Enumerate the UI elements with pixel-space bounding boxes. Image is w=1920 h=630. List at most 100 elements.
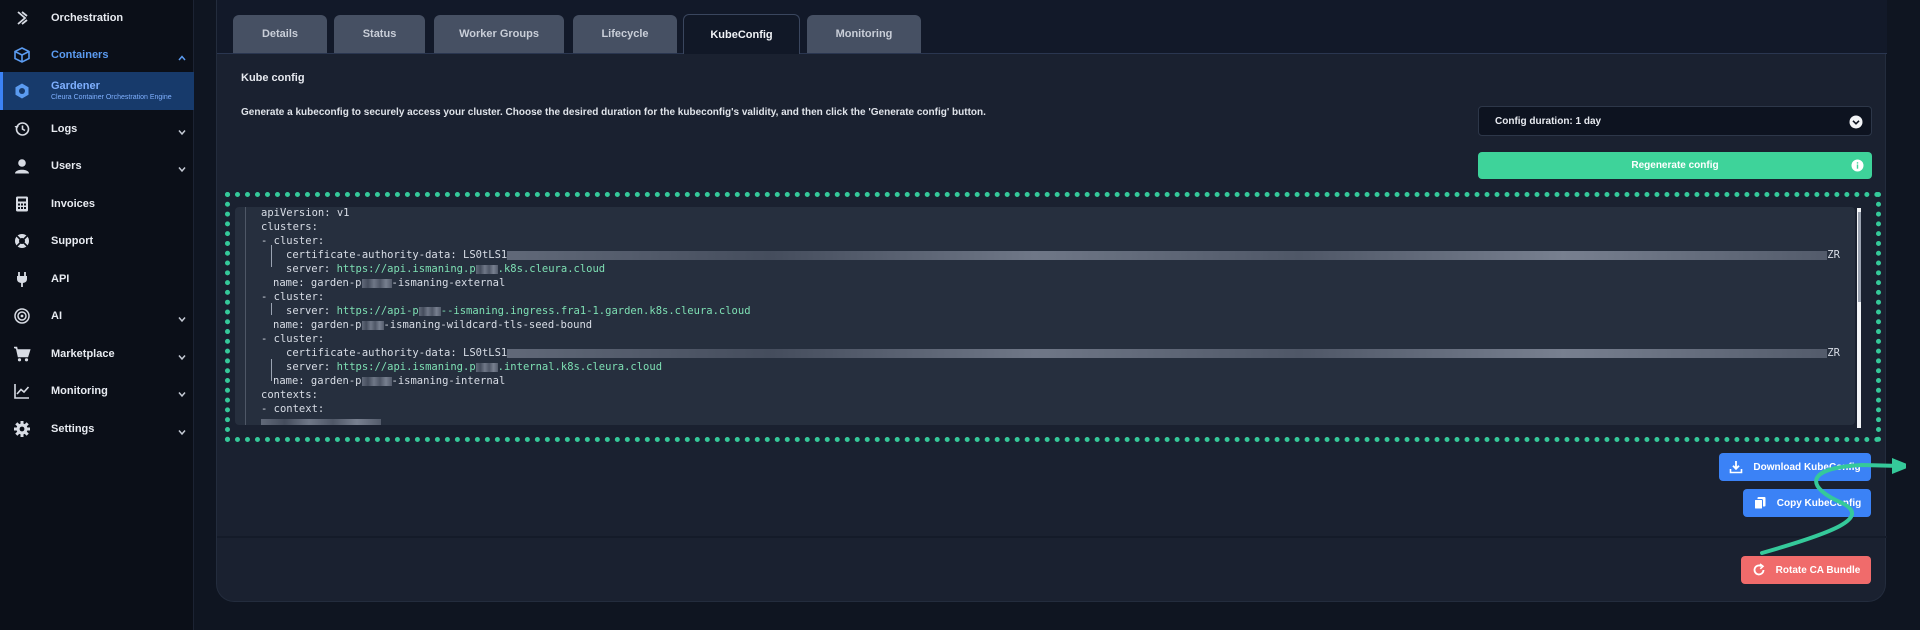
sidebar-item-label: Users — [51, 160, 82, 172]
chevron-down-icon — [177, 386, 187, 398]
gear-icon — [13, 420, 31, 438]
code-indent-guide — [271, 359, 272, 381]
tab-kubeconfig[interactable]: KubeConfig — [683, 14, 800, 54]
code-line: certificate-authority-data: LS0tLS1 ZR — [286, 249, 1840, 263]
sidebar-item-monitoring[interactable]: Monitoring — [0, 373, 194, 409]
ai-icon — [13, 307, 31, 325]
chevron-down-icon — [177, 349, 187, 361]
code-url: .k8s.cleura.cloud — [497, 263, 606, 275]
redacted-block — [361, 278, 392, 288]
sidebar-item-api[interactable]: API — [0, 261, 194, 297]
section-title: Kube config — [241, 72, 305, 84]
redacted-block — [475, 362, 498, 372]
redacted-block — [418, 306, 441, 316]
sidebar-item-label: Marketplace — [51, 348, 115, 360]
code-line: - cluster: — [261, 291, 325, 303]
sidebar-item-sublabel: Cleura Container Orchestration Engine — [51, 94, 172, 101]
code-line: - cluster: — [261, 235, 325, 247]
rotate-ca-bundle-button[interactable]: Rotate CA Bundle — [1741, 556, 1871, 584]
code-scrollbar-thumb[interactable] — [1858, 212, 1861, 302]
sidebar-item-gardener[interactable]: Gardener Cleura Container Orchestration … — [0, 72, 194, 110]
code-line — [261, 417, 381, 425]
chart-icon — [13, 382, 31, 400]
redacted-block — [261, 418, 381, 425]
regenerate-config-button[interactable]: Regenerate config — [1478, 152, 1872, 179]
tab-worker-groups[interactable]: Worker Groups — [434, 15, 564, 53]
history-icon — [13, 120, 31, 138]
code-url: https://api.ismaning.p — [336, 361, 476, 373]
section-divider — [217, 536, 1887, 538]
rotate-ca-bundle-label: Rotate CA Bundle — [1775, 564, 1861, 576]
redacted-block — [507, 250, 1828, 260]
sidebar-item-label: Orchestration — [51, 12, 124, 24]
code-line: clusters: — [261, 221, 318, 233]
sidebar-item-marketplace[interactable]: Marketplace — [0, 336, 194, 372]
sidebar-item-label: Invoices — [51, 198, 96, 210]
config-duration-value: Config duration: 1 day — [1495, 115, 1602, 127]
code-text: ZR — [1827, 249, 1840, 261]
code-text: name: garden-p — [273, 375, 362, 387]
code-line: contexts: — [261, 389, 318, 401]
sidebar-item-label: Logs — [51, 123, 78, 135]
code-line: server: https://api.ismaning.p .k8s.cleur… — [286, 263, 605, 277]
redacted-block — [361, 376, 392, 386]
code-url: --ismaning.ingress.fra1-1.garden.k8s.cle… — [440, 305, 751, 317]
code-url: .internal.k8s.cleura.cloud — [497, 361, 663, 373]
code-text: certificate-authority-data: LS0tLS1 — [286, 347, 508, 359]
code-line: name: garden-p -ismaning-wildcard-tls-see… — [273, 319, 592, 333]
config-duration-select[interactable]: Config duration: 1 day — [1478, 106, 1872, 136]
sidebar-item-label: Monitoring — [51, 385, 108, 397]
sidebar-item-settings[interactable]: Settings — [0, 411, 194, 447]
kubeconfig-description: Generate a kubeconfig to securely access… — [241, 107, 986, 118]
gardener-icon — [13, 82, 31, 100]
sidebar-item-support[interactable]: Support — [0, 223, 194, 259]
kubeconfig-code-block[interactable]: apiVersion: v1 clusters: - cluster: cert… — [235, 207, 1855, 425]
code-text: ZR — [1827, 347, 1840, 359]
download-icon — [1729, 460, 1743, 474]
redacted-block — [361, 320, 384, 330]
rotate-icon — [1752, 563, 1766, 577]
code-text: name: garden-p — [273, 277, 362, 289]
sidebar-item-label: Containers — [51, 49, 109, 61]
code-text: server: — [286, 361, 337, 373]
code-url: https://api-p — [336, 305, 419, 317]
redacted-block — [475, 264, 498, 274]
info-icon — [1851, 159, 1864, 172]
cart-icon — [13, 345, 31, 363]
code-line: server: https://api.ismaning.p .internal.… — [286, 361, 662, 375]
sidebar-item-label: Support — [51, 235, 94, 247]
window-edge — [1906, 0, 1920, 630]
chevron-up-icon — [177, 50, 187, 61]
tab-monitoring[interactable]: Monitoring — [807, 15, 921, 53]
sidebar-item-ai[interactable]: AI — [0, 298, 194, 334]
code-text: -ismaning-external — [391, 277, 506, 289]
code-text: -ismaning-internal — [391, 375, 506, 387]
plug-icon — [13, 270, 31, 288]
code-line: name: garden-p -ismaning-external — [273, 277, 505, 291]
regenerate-config-label: Regenerate config — [1631, 160, 1719, 171]
app-root: Orchestration Containers Gardener Cleura… — [0, 0, 1920, 630]
cluster-panel: Details Status Worker Groups Lifecycle K… — [216, 0, 1912, 602]
sidebar-item-label: Gardener — [51, 80, 100, 92]
chevron-down-circle-icon — [1849, 115, 1863, 129]
code-line: apiVersion: v1 — [261, 207, 350, 219]
tab-status[interactable]: Status — [334, 15, 425, 53]
lifebuoy-icon — [13, 232, 31, 250]
chevron-down-icon — [177, 311, 187, 323]
chevron-down-icon — [177, 161, 187, 173]
tab-details[interactable]: Details — [233, 15, 327, 53]
tab-bar: Details Status Worker Groups Lifecycle K… — [217, 0, 1887, 54]
sidebar-item-users[interactable]: Users — [0, 148, 194, 184]
redacted-block — [507, 348, 1828, 358]
sidebar-item-containers[interactable]: Containers — [0, 37, 194, 73]
code-url: https://api.ismaning.p — [336, 263, 476, 275]
user-icon — [13, 157, 31, 175]
sidebar-item-orchestration[interactable]: Orchestration — [0, 0, 194, 36]
code-text: server: — [286, 305, 337, 317]
sidebar-item-logs[interactable]: Logs — [0, 111, 194, 147]
code-line: certificate-authority-data: LS0tLS1 ZR — [286, 347, 1840, 361]
tab-lifecycle[interactable]: Lifecycle — [573, 15, 677, 53]
code-line: name: garden-p -ismaning-internal — [273, 375, 505, 389]
calculator-icon — [13, 195, 31, 213]
sidebar-item-invoices[interactable]: Invoices — [0, 186, 194, 222]
